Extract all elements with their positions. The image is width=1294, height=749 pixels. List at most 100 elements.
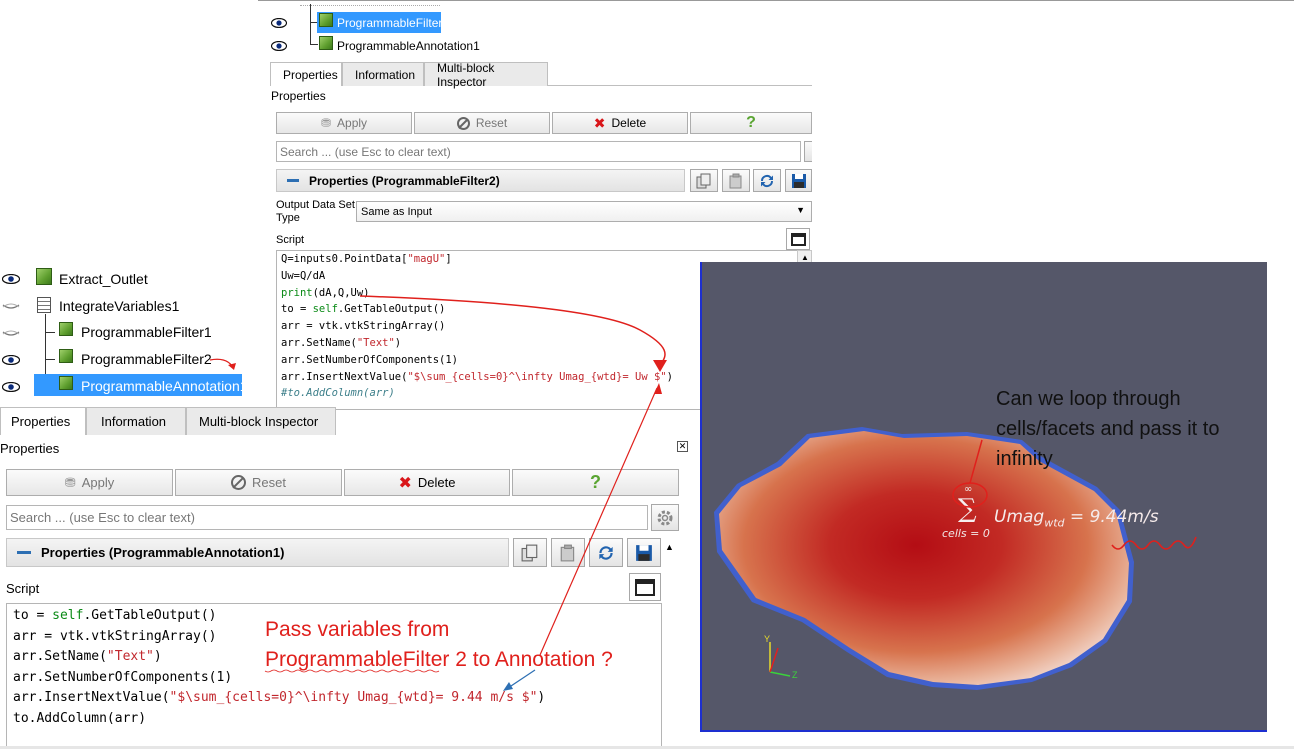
code-token: self xyxy=(52,608,84,623)
bottom-tree-eye-closed-icon-2[interactable] xyxy=(2,327,20,337)
top-refresh-icon[interactable] xyxy=(753,169,781,192)
code-token: "$\sum_{cells=0}^\infty Umag_{wtd}= 9.44… xyxy=(169,690,538,706)
top-tree-item-programmableannotation1[interactable]: ProgrammableAnnotation1 xyxy=(337,39,480,53)
reset-icon xyxy=(231,475,247,490)
code-token: arr = vtk.vtkStringArray() xyxy=(13,628,217,644)
code-token: ) xyxy=(537,690,546,706)
delete-x-icon: ✖ xyxy=(398,474,412,492)
code-token: to = xyxy=(13,608,53,623)
bottom-tree-item-integratevariables1[interactable]: IntegrateVariables1 xyxy=(59,295,179,317)
viewport-sum-lower: cells = 0 xyxy=(942,527,990,540)
scroll-up-arrow-icon[interactable]: ▲ xyxy=(801,253,809,262)
bottom-tree-eye-icon-3[interactable] xyxy=(1,381,21,393)
render-view[interactable]: ∞ ∑ cells = 0 Umagwtd = 9.44m/s Y Z xyxy=(700,262,1267,732)
bottom-delete-button[interactable]: ✖ Delete xyxy=(344,469,510,496)
bottom-script-label: Script xyxy=(6,581,40,596)
code-token: print xyxy=(281,286,313,299)
bottom-search-settings-gear-icon[interactable] xyxy=(651,504,679,531)
bottom-script-code-line[interactable]: arr.InsertNextValue("$\sum_{cells=0}^\in… xyxy=(13,688,661,709)
top-tree-eye-icon-1[interactable] xyxy=(270,17,289,29)
top-tree-partial-row xyxy=(300,0,440,6)
code-token: to.AddColumn(arr) xyxy=(13,710,147,726)
top-tree-line-h2 xyxy=(310,44,318,45)
code-token: "magU" xyxy=(407,253,446,265)
code-token: "Text" xyxy=(356,336,395,349)
bottom-tree-item-programmablefilter1[interactable]: ProgrammableFilter1 xyxy=(81,321,212,343)
top-copy-icon[interactable] xyxy=(690,169,718,192)
bottom-properties-header[interactable]: Properties (ProgrammableAnnotation1) xyxy=(6,538,509,567)
top-apply-button[interactable]: ⛃ Apply xyxy=(276,112,412,134)
bottom-tree-item-programmablefilter2[interactable]: ProgrammableFilter2 xyxy=(81,348,212,370)
top-tree-item-programmablefilter2[interactable]: ProgrammableFilter2 xyxy=(337,16,449,30)
code-token: self xyxy=(312,303,338,316)
axis-z-label: Z xyxy=(792,670,798,680)
bottom-save-icon[interactable] xyxy=(627,538,661,567)
top-search-input[interactable]: Search ... (use Esc to clear text) xyxy=(276,141,801,162)
integrate-table-icon xyxy=(37,297,51,313)
top-paste-icon[interactable] xyxy=(722,169,750,192)
code-token: Q=inputs0.PointData[ xyxy=(281,253,408,265)
top-save-icon[interactable] xyxy=(785,169,812,192)
top-reset-button[interactable]: Reset xyxy=(414,112,550,134)
bottom-refresh-icon[interactable] xyxy=(589,538,623,567)
code-token: arr.SetNumberOfComponents(1) xyxy=(281,353,459,366)
viewport-sum-symbol: ∑ xyxy=(958,494,977,524)
top-tab-information[interactable]: Information xyxy=(342,62,424,86)
filter-cube-icon xyxy=(319,13,333,27)
annotation-cube-icon xyxy=(319,36,333,50)
bottom-tree-eye-icon-2[interactable] xyxy=(1,354,21,366)
delete-x-icon: ✖ xyxy=(593,114,606,131)
bottom-section-label: Properties xyxy=(0,441,60,456)
bottom-tree-item-extract-outlet[interactable]: Extract_Outlet xyxy=(59,268,148,290)
bottom-reset-button[interactable]: Reset xyxy=(175,469,342,496)
top-tab-multiblock[interactable]: Multi-block Inspector xyxy=(424,61,548,89)
bottom-tree-eye-icon-1[interactable] xyxy=(1,273,21,285)
bottom-copy-icon[interactable] xyxy=(513,538,547,567)
top-delete-button[interactable]: ✖ Delete xyxy=(552,112,688,134)
bottom-maximize-icon[interactable] xyxy=(629,573,661,601)
code-token: arr.SetName( xyxy=(13,649,107,665)
bottom-paste-icon[interactable] xyxy=(551,538,585,567)
bottom-tree-line-h1 xyxy=(45,332,55,333)
axis-y-label: Y xyxy=(764,634,771,644)
top-tab-properties[interactable]: Properties xyxy=(270,62,342,86)
extract-cube-icon xyxy=(36,268,52,285)
bottom-script-code-line[interactable]: to.AddColumn(arr) xyxy=(13,709,661,730)
annotation1-cube-icon xyxy=(59,376,73,390)
top-tree-eye-icon-2[interactable] xyxy=(270,40,289,52)
code-token: to = xyxy=(281,303,313,316)
question-loop-text: Can we loop through cells/facets and pas… xyxy=(996,388,1220,470)
code-token: .GetTableOutput() xyxy=(83,608,217,623)
code-token: ) xyxy=(153,649,162,665)
top-search-settings-gear-icon[interactable] xyxy=(804,141,812,162)
bottom-close-icon[interactable]: ✕ xyxy=(677,441,688,452)
top-maximize-icon[interactable] xyxy=(786,228,810,250)
code-token: arr.InsertNextValue( xyxy=(13,690,170,706)
reset-icon xyxy=(456,116,470,130)
bottom-search-input[interactable]: Search ... (use Esc to clear text) xyxy=(6,505,648,530)
bottom-panel-scroll-up-icon[interactable]: ▲ xyxy=(665,542,674,552)
bottom-tab-multiblock[interactable]: Multi-block Inspector xyxy=(186,407,336,435)
code-token: ) xyxy=(394,336,402,349)
code-token: "$\sum_{cells=0}^\infty Umag_{wtd}= Uw $… xyxy=(407,370,667,383)
top-output-type-label: Output Data Set Type xyxy=(276,199,355,224)
help-icon: ? xyxy=(746,114,756,131)
bottom-tree-eye-closed-icon-1[interactable] xyxy=(2,300,20,310)
bottom-tree-line-h2 xyxy=(45,359,55,360)
question-pass-text: Pass variables from ProgrammableFilter 2… xyxy=(265,618,613,671)
collapse-dash-icon xyxy=(17,551,31,554)
top-output-type-select[interactable]: Same as Input ▼ xyxy=(356,201,812,222)
code-token: arr.SetName( xyxy=(281,336,357,349)
top-properties-header[interactable]: Properties (ProgrammableFilter2) xyxy=(276,169,685,192)
top-tab-bar: Properties Information Multi-block Inspe… xyxy=(270,61,548,89)
bottom-tab-properties[interactable]: Properties xyxy=(0,407,86,435)
viewport-annotation: Umagwtd = 9.44m/s xyxy=(994,507,1159,530)
chevron-down-icon: ▼ xyxy=(796,205,805,215)
bottom-tree-item-programmableannotation1[interactable]: ProgrammableAnnotation1 xyxy=(81,375,248,397)
code-token: #to.AddColumn(arr) xyxy=(281,387,395,400)
bottom-help-button[interactable]: ? xyxy=(512,469,679,496)
code-token: .GetTableOutput() xyxy=(337,303,446,316)
bottom-tab-information[interactable]: Information xyxy=(86,407,186,435)
bottom-apply-button[interactable]: ⛃ Apply xyxy=(6,469,173,496)
top-help-button[interactable]: ? xyxy=(690,112,812,134)
